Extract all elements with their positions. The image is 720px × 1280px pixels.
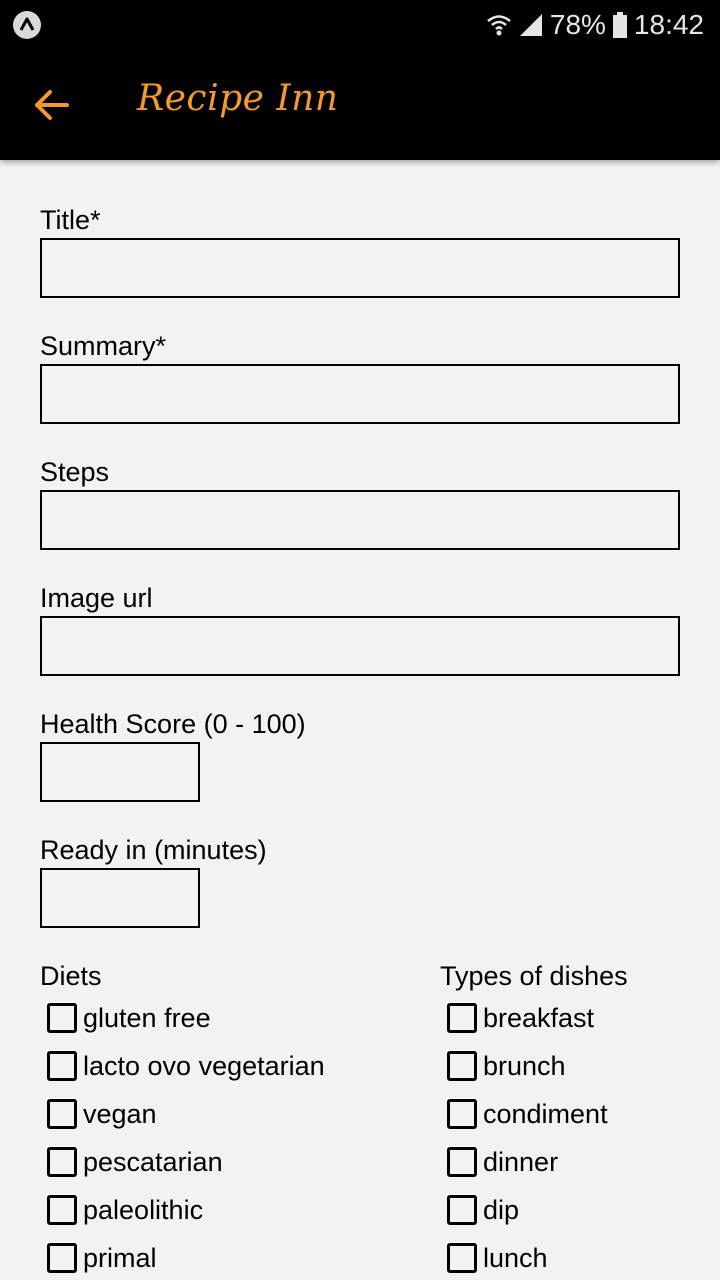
app-launcher-icon	[13, 11, 41, 39]
checkbox[interactable]	[47, 1147, 77, 1177]
checkbox[interactable]	[47, 1243, 77, 1273]
ready-in-input[interactable]	[40, 868, 200, 928]
signal-icon	[518, 12, 544, 38]
title-label: Title*	[40, 205, 101, 235]
diets-heading: Diets	[40, 961, 102, 991]
status-indicators: 78% 18:42	[486, 0, 704, 50]
checkbox[interactable]	[447, 1051, 477, 1081]
checkbox-label: lacto ovo vegetarian	[83, 1051, 325, 1081]
arrow-left-icon	[35, 90, 69, 120]
checkbox[interactable]	[447, 1243, 477, 1273]
checkbox[interactable]	[47, 1003, 77, 1033]
summary-label: Summary*	[40, 331, 167, 361]
health-score-input[interactable]	[40, 742, 200, 802]
steps-label: Steps	[40, 457, 110, 487]
checkbox[interactable]	[447, 1099, 477, 1129]
app-bar: Recipe Inn	[0, 50, 720, 160]
dish-types-heading: Types of dishes	[440, 961, 628, 991]
dish-type-option-condiment[interactable]: condiment	[440, 1094, 608, 1134]
checkbox-label: vegan	[83, 1099, 157, 1129]
diet-option-gluten-free[interactable]: gluten free	[40, 998, 211, 1038]
dish-type-option-lunch[interactable]: lunch	[440, 1238, 548, 1278]
checkbox[interactable]	[47, 1099, 77, 1129]
image-url-label: Image url	[40, 583, 153, 613]
checkbox-label: condiment	[483, 1099, 608, 1129]
dish-type-option-dip[interactable]: dip	[440, 1190, 519, 1230]
diet-option-vegan[interactable]: vegan	[40, 1094, 157, 1134]
ready-in-label: Ready in (minutes)	[40, 835, 267, 865]
checkbox-label: primal	[83, 1243, 157, 1273]
summary-input[interactable]	[40, 364, 680, 424]
dish-type-option-dinner[interactable]: dinner	[440, 1142, 558, 1182]
diet-option-pescatarian[interactable]: pescatarian	[40, 1142, 223, 1182]
checkbox[interactable]	[447, 1195, 477, 1225]
dish-type-option-breakfast[interactable]: breakfast	[440, 998, 594, 1038]
image-url-input[interactable]	[40, 616, 680, 676]
wifi-icon	[486, 13, 512, 37]
clock-time: 18:42	[633, 9, 704, 40]
steps-input[interactable]	[40, 490, 680, 550]
health-score-label: Health Score (0 - 100)	[40, 709, 306, 739]
checkbox-label: pescatarian	[83, 1147, 223, 1177]
title-input[interactable]	[40, 238, 680, 298]
checkbox[interactable]	[447, 1003, 477, 1033]
checkbox[interactable]	[47, 1195, 77, 1225]
app-title: Recipe Inn	[137, 78, 339, 119]
dish-type-option-brunch[interactable]: brunch	[440, 1046, 566, 1086]
status-bar: 78% 18:42	[0, 0, 720, 50]
diet-option-lacto-ovo-vegetarian[interactable]: lacto ovo vegetarian	[40, 1046, 325, 1086]
diet-option-paleolithic[interactable]: paleolithic	[40, 1190, 203, 1230]
checkbox-label: paleolithic	[83, 1195, 204, 1225]
checkbox-label: lunch	[483, 1243, 548, 1273]
back-button[interactable]	[22, 75, 82, 135]
checkbox-label: dip	[483, 1195, 520, 1225]
checkbox[interactable]	[447, 1147, 477, 1177]
diet-option-primal[interactable]: primal	[40, 1238, 157, 1278]
checkbox[interactable]	[47, 1051, 77, 1081]
checkbox-label: brunch	[483, 1051, 566, 1081]
battery-percent: 78%	[549, 9, 606, 40]
checkbox-label: breakfast	[483, 1003, 595, 1033]
battery-icon	[612, 11, 628, 39]
checkbox-label: gluten free	[83, 1003, 211, 1033]
checkbox-label: dinner	[483, 1147, 559, 1177]
